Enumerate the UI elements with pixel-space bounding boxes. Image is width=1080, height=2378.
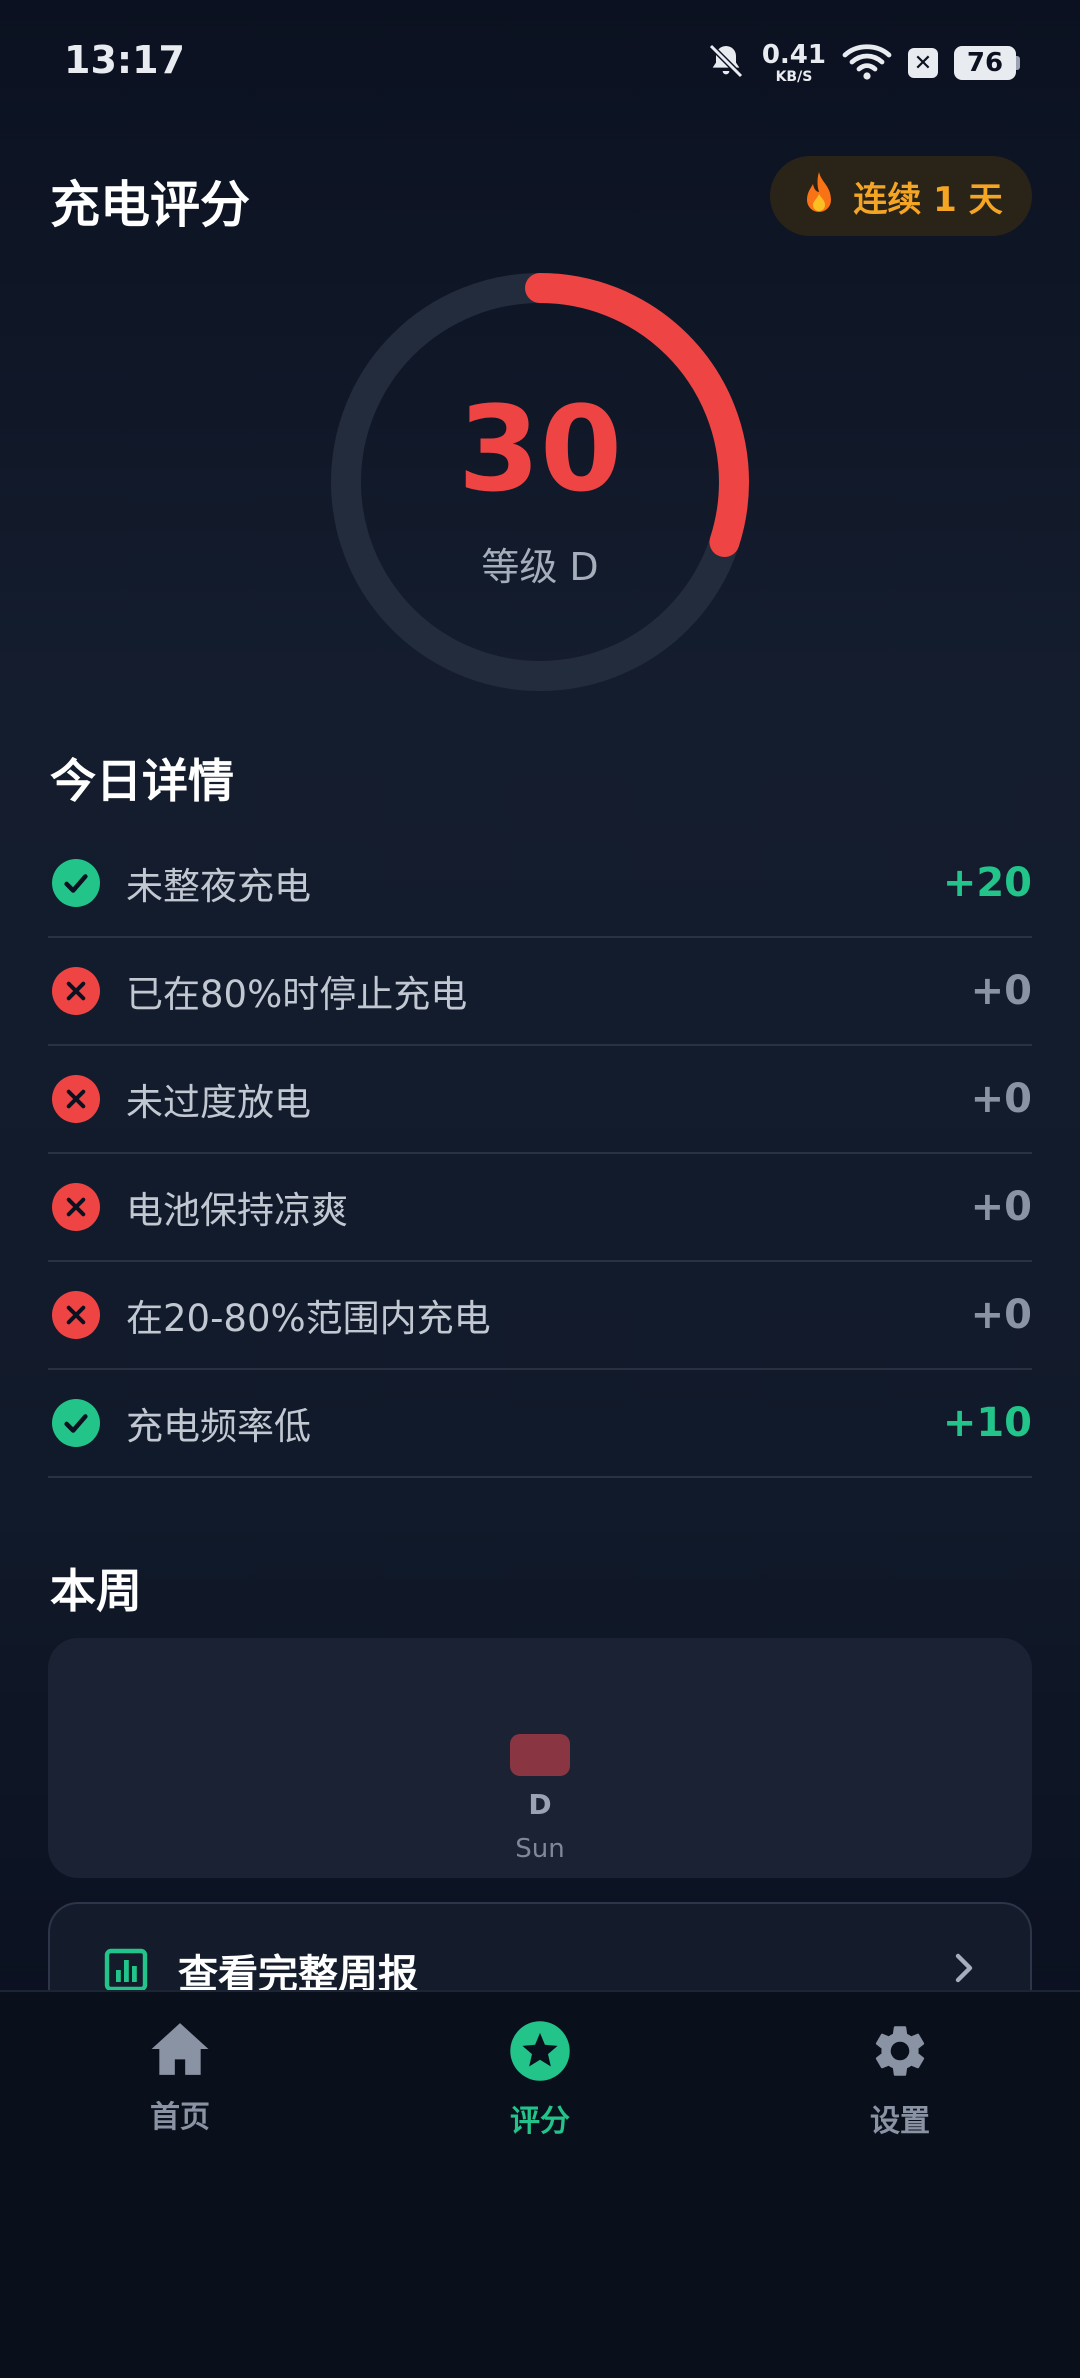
detail-row: 未过度放电 +0 [48,1046,1032,1154]
detail-points: +0 [970,1292,1032,1338]
nav-item-home[interactable]: 首页 [30,2020,330,2136]
week-day-bar[interactable] [510,1734,570,1776]
week-card: D Sun [48,1638,1032,1878]
battery-level: 76 [954,46,1016,80]
nav-item-score[interactable]: 评分 [390,2020,690,2140]
fire-icon [799,170,839,222]
today-section-title: 今日详情 [50,754,234,808]
detail-label: 未整夜充电 [126,865,311,908]
bell-off-icon [706,41,746,85]
page-title: 充电评分 [50,176,250,234]
nav-label-settings: 设置 [870,2104,930,2139]
battery-icon: 76 [954,46,1020,80]
cross-icon [52,967,100,1015]
gear-icon [869,2020,931,2086]
cross-icon [52,1291,100,1339]
detail-points: +0 [970,968,1032,1014]
detail-label: 未过度放电 [126,1081,311,1124]
detail-points: +0 [970,1076,1032,1122]
detail-points: +20 [942,860,1032,906]
nav-item-settings[interactable]: 设置 [750,2020,1050,2140]
battery-tip [1016,56,1020,70]
detail-row: 已在80%时停止充电 +0 [48,938,1032,1046]
week-section-title: 本周 [50,1564,142,1618]
score-value: 30 [457,380,623,518]
streak-badge[interactable]: 连续 1 天 [770,156,1032,236]
bottom-nav: 首页 评分 设置 [0,1990,1080,2378]
bar-chart-icon [104,1948,148,1996]
today-details-list: 未整夜充电 +20 已在80%时停止充电 +0 未过度放电 +0 电池保持凉爽 +0 在20-8… [48,830,1032,1478]
nav-label-home: 首页 [150,2100,210,2135]
wifi-icon [842,41,892,85]
status-icons: 0.41 KB/S ✕ 76 [706,40,1020,86]
net-speed-unit: KB/S [775,69,813,85]
detail-row: 电池保持凉爽 +0 [48,1154,1032,1262]
status-bar: 13:17 0.41 KB/S ✕ 76 [0,0,1080,130]
detail-label: 充电频率低 [126,1405,311,1448]
detail-row: 充电频率低 +10 [48,1370,1032,1478]
home-icon [149,2020,211,2082]
star-icon [509,2020,571,2086]
detail-points: +10 [942,1400,1032,1446]
check-icon [52,859,100,907]
check-icon [52,1399,100,1447]
detail-row: 未整夜充电 +20 [48,830,1032,938]
cross-icon [52,1183,100,1231]
detail-label: 已在80%时停止充电 [126,973,468,1016]
week-day-label: Sun [515,1834,565,1864]
detail-row: 在20-80%范围内充电 +0 [48,1262,1032,1370]
net-speed: 0.41 KB/S [762,42,826,84]
streak-label: 连续 1 天 [853,179,1003,220]
chevron-right-icon [952,1952,976,1988]
net-speed-value: 0.41 [761,40,826,70]
score-grade: 等级 D [481,545,599,589]
detail-label: 在20-80%范围内充电 [126,1297,491,1340]
detail-label: 电池保持凉爽 [126,1189,348,1232]
detail-points: +0 [970,1184,1032,1230]
week-day-grade: D [528,1788,552,1821]
status-time: 13:17 [64,38,185,82]
nav-label-score: 评分 [510,2104,570,2139]
app-root: 13:17 0.41 KB/S ✕ 76 充电评分 连续 1 天 30 等级 D… [0,0,1080,2378]
sim-x-icon: ✕ [908,48,938,78]
cross-icon [52,1075,100,1123]
